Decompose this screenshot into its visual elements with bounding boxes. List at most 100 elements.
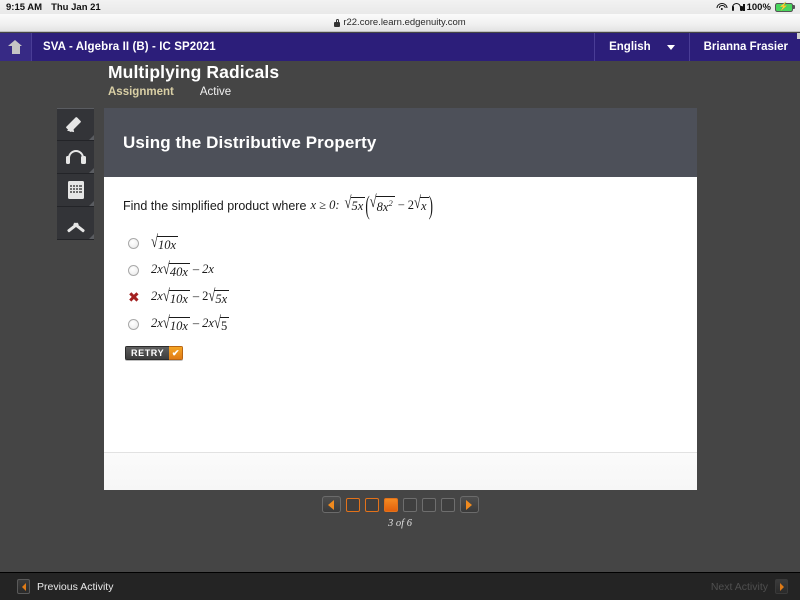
inner-radical-first: √ 8x2: [369, 191, 395, 215]
app-top-nav: SVA - Algebra II (B) - IC SP2021 English…: [0, 33, 800, 61]
option-c-coefficient: 2x: [151, 288, 163, 303]
triangle-right-icon: [466, 499, 472, 510]
pencil-tool[interactable]: [57, 108, 94, 141]
option-d-radicand: 10x: [168, 316, 190, 333]
option-b-radicand: 40x: [168, 262, 190, 279]
question-card-body: Find the simplified product where x ≥ 0:…: [104, 177, 697, 490]
pager-count-label: 3 of 6: [388, 518, 412, 529]
radio-button[interactable]: [128, 319, 139, 331]
outer-radical: √ 5x: [344, 193, 366, 214]
pager-box-6[interactable]: [440, 497, 455, 512]
option-b-operator: –: [192, 261, 200, 276]
tool-rail: [57, 108, 94, 240]
option-d-coefficient: 2x: [151, 315, 163, 330]
calculator-icon: [67, 181, 84, 199]
pencil-icon: [65, 115, 85, 135]
triangle-left-icon: [17, 579, 30, 594]
radio-button[interactable]: [128, 265, 139, 277]
option-c-tail-radicand: 5x: [214, 289, 230, 306]
next-activity-button[interactable]: Next Activity: [711, 579, 800, 594]
pager-prev-button[interactable]: [321, 496, 341, 513]
activity-nav-bar: Previous Activity Next Activity: [0, 572, 800, 600]
url-text: r22.core.learn.edgenuity.com: [343, 17, 466, 28]
audio-tool[interactable]: [57, 141, 94, 174]
question-pager: 3 of 6: [0, 496, 800, 529]
user-name-label: Brianna Frasier: [703, 41, 788, 53]
question-card: Using the Distributive Property Find the…: [104, 108, 697, 490]
option-d-tail-radicand: 5: [219, 316, 230, 333]
option-d-tail-coefficient: 2x: [202, 315, 214, 330]
option-c-operator: –: [192, 288, 200, 303]
headphones-icon: [731, 2, 745, 12]
radio-button[interactable]: [128, 238, 139, 250]
course-title: SVA - Algebra II (B) - IC SP2021: [43, 41, 216, 53]
question-prefix: Find the simplified product where: [123, 198, 307, 213]
home-icon: [8, 40, 23, 54]
option-c[interactable]: ✖ 2x √ 10x –2 √ 5x: [123, 284, 697, 311]
question-card-title: Using the Distributive Property: [123, 132, 377, 152]
option-b-tail: 2x: [202, 261, 214, 276]
question-condition: x ≥ 0:: [310, 198, 340, 213]
option-c-text: 2x √ 10x –2 √ 5x: [151, 286, 230, 306]
top-nav-right: English Brianna Frasier: [594, 33, 800, 61]
option-b[interactable]: 2x √ 40x –2x: [123, 257, 697, 284]
pager-box-3[interactable]: [383, 497, 398, 512]
option-c-marker[interactable]: ✖: [123, 291, 151, 305]
lock-icon: [334, 18, 341, 27]
lesson-type-label: Assignment: [108, 86, 174, 98]
inner-first-radicand: 8x: [376, 200, 389, 215]
user-menu[interactable]: Brianna Frasier: [690, 33, 800, 61]
outer-radicand: 5x: [350, 197, 366, 214]
language-selector[interactable]: English: [594, 33, 690, 61]
previous-activity-label: Previous Activity: [37, 580, 114, 593]
question-card-header: Using the Distributive Property: [104, 108, 697, 177]
chevron-up-icon: [65, 217, 87, 232]
option-d-operator: –: [192, 315, 200, 330]
pager-box-2[interactable]: [364, 497, 379, 512]
lesson-heading: Multiplying Radicals Assignment Active: [108, 62, 279, 98]
chevron-down-icon: [666, 44, 675, 50]
wifi-icon: [716, 2, 728, 12]
pager-box-5[interactable]: [421, 497, 436, 512]
status-bar-left: 9:15 AM Thu Jan 21: [0, 2, 101, 13]
check-icon: ✔: [169, 346, 184, 361]
retry-button[interactable]: RETRY ✔: [125, 346, 184, 361]
previous-activity-button[interactable]: Previous Activity: [0, 579, 113, 594]
headphones-icon: [65, 149, 86, 165]
option-a[interactable]: √ 10x: [123, 230, 697, 257]
battery-charging-icon: ⚡: [774, 2, 795, 12]
pager-box-1[interactable]: [345, 497, 360, 512]
collapse-tool[interactable]: [57, 207, 94, 240]
option-d[interactable]: 2x √ 10x –2x √ 5: [123, 311, 697, 338]
option-c-radicand: 10x: [168, 289, 190, 306]
inner-radical-second: √ x: [414, 193, 429, 214]
pager-controls: [321, 496, 479, 513]
close-paren: ): [428, 189, 433, 220]
status-bar-date: Thu Jan 21: [51, 1, 101, 13]
option-d-marker[interactable]: [123, 319, 151, 331]
question-prompt: Find the simplified product where x ≥ 0:…: [123, 190, 697, 220]
option-b-text: 2x √ 40x –2x: [151, 259, 214, 279]
pager-box-4[interactable]: [402, 497, 417, 512]
calculator-tool[interactable]: [57, 174, 94, 207]
lesson-status-label: Active: [199, 86, 232, 98]
inner-operator: −: [397, 198, 405, 213]
status-bar-right: 100% ⚡: [716, 1, 800, 13]
browser-url-bar[interactable]: r22.core.learn.edgenuity.com: [0, 14, 800, 32]
option-b-marker[interactable]: [123, 265, 151, 277]
option-a-radicand: 10x: [157, 235, 179, 252]
option-d-text: 2x √ 10x –2x √ 5: [151, 313, 230, 333]
option-b-coefficient: 2x: [151, 261, 163, 276]
battery-percent-label: 100%: [746, 1, 771, 13]
card-footer-strip: [104, 452, 697, 490]
inner-second-radicand: x: [420, 197, 429, 214]
incorrect-x-icon: ✖: [128, 289, 140, 306]
answer-options: √ 10x 2x √ 40x –2x ✖ 2x √ 10x –2 √ 5x 2x…: [123, 230, 697, 338]
language-label: English: [609, 41, 651, 53]
retry-label: RETRY: [125, 346, 170, 361]
option-a-text: √ 10x: [151, 232, 179, 252]
pager-next-button[interactable]: [459, 496, 479, 513]
home-button[interactable]: [0, 33, 32, 61]
option-a-marker[interactable]: [123, 238, 151, 250]
lesson-title: Multiplying Radicals: [108, 62, 280, 82]
